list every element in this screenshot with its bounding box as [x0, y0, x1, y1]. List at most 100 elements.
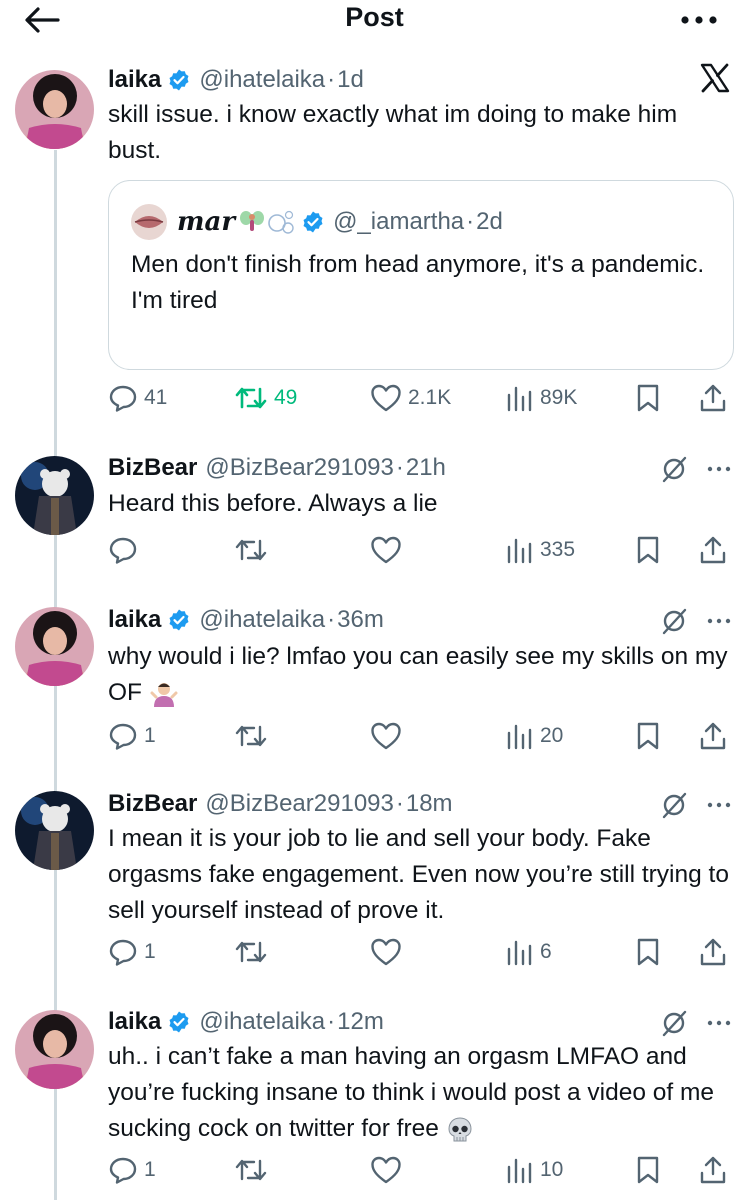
repost-button[interactable] — [234, 1150, 268, 1190]
repost-count: 49 — [274, 386, 298, 409]
share-icon — [700, 938, 726, 966]
share-button[interactable] — [698, 932, 728, 972]
handle[interactable]: @ihatelaika — [199, 1008, 325, 1036]
quoted-tweet[interactable]: mar @_iamartha · 2d Men don't finish fro… — [108, 180, 734, 370]
bookmark-icon — [637, 384, 659, 412]
views-icon — [507, 940, 532, 966]
timestamp[interactable]: 21h — [406, 454, 446, 482]
views-button[interactable]: 20 — [504, 716, 563, 756]
reply-button[interactable]: 1 — [108, 932, 156, 972]
timestamp[interactable]: 12m — [337, 1008, 384, 1036]
tweet-text: Heard this before. Always a lie — [108, 490, 438, 517]
repost-button[interactable] — [234, 932, 268, 972]
views-button[interactable]: 335 — [504, 530, 575, 570]
display-name[interactable]: BizBear — [108, 790, 197, 818]
reply-icon — [109, 723, 137, 750]
avatar-bizbear[interactable] — [15, 456, 94, 535]
more-options-button[interactable] — [677, 4, 721, 32]
repost-icon — [235, 725, 267, 747]
views-count: 89K — [540, 386, 578, 409]
quote-line: Men don't finish from head anymore, it's… — [131, 251, 705, 278]
bookmark-button[interactable] — [634, 716, 662, 756]
bookmark-button[interactable] — [634, 530, 662, 570]
timestamp[interactable]: 36m — [337, 606, 384, 634]
tweet-text: I mean it is your job to lie and sell yo… — [108, 825, 729, 924]
reply-button[interactable]: 1 — [108, 1150, 156, 1190]
quote-handle: @_iamartha — [333, 208, 465, 235]
bookmark-button[interactable] — [634, 932, 662, 972]
avatar-laika[interactable] — [15, 1010, 94, 1089]
views-button[interactable]: 6 — [504, 932, 552, 972]
grok-icon[interactable] — [660, 455, 688, 483]
views-button[interactable]: 89K — [504, 378, 577, 418]
avatar-image — [15, 607, 94, 686]
quote-header: mar @_iamartha · 2d — [177, 205, 503, 239]
separator-dot: · — [327, 66, 336, 93]
verified-badge-icon — [169, 69, 189, 91]
display-name[interactable]: laika — [108, 606, 161, 634]
handle[interactable]: @BizBear291093 — [205, 790, 393, 818]
handle[interactable]: @ihatelaika — [199, 66, 325, 94]
share-button[interactable] — [698, 716, 728, 756]
share-button[interactable] — [698, 1150, 728, 1190]
views-count: 10 — [540, 1158, 564, 1181]
separator-dot: · — [327, 606, 336, 633]
reply-button[interactable] — [108, 530, 138, 570]
action-bar: 1 6 — [108, 932, 738, 972]
reply-count: 1 — [144, 940, 156, 963]
bubbles-emoji-icon — [268, 210, 294, 234]
display-name[interactable]: laika — [108, 66, 161, 94]
repost-icon — [235, 539, 267, 561]
more-dots-icon[interactable] — [706, 616, 736, 626]
timestamp[interactable]: 1d — [337, 66, 364, 94]
reply-count: 1 — [144, 1158, 156, 1181]
quote-display-name: mar — [177, 207, 236, 237]
more-dots-icon[interactable] — [706, 464, 736, 474]
views-icon — [507, 1158, 532, 1184]
handle[interactable]: @ihatelaika — [199, 606, 325, 634]
grok-icon[interactable] — [660, 607, 688, 635]
avatar-image — [15, 791, 94, 870]
bookmark-button[interactable] — [634, 1150, 662, 1190]
reply-icon — [109, 939, 137, 966]
grok-icon[interactable] — [660, 1009, 688, 1037]
repost-button[interactable] — [234, 530, 268, 570]
avatar-laika[interactable] — [15, 70, 94, 149]
quote-timestamp: 2d — [476, 208, 503, 235]
reply-icon — [109, 1157, 137, 1184]
like-button[interactable] — [370, 530, 402, 570]
display-name[interactable]: BizBear — [108, 454, 197, 482]
separator-dot: · — [395, 790, 404, 817]
timestamp[interactable]: 18m — [406, 790, 453, 818]
views-button[interactable]: 10 — [504, 1150, 563, 1190]
bookmark-button[interactable] — [634, 378, 662, 418]
reply-icon — [109, 537, 137, 564]
share-icon — [700, 536, 726, 564]
like-button[interactable] — [370, 716, 402, 756]
avatar-bizbear[interactable] — [15, 791, 94, 870]
more-dots-icon[interactable] — [706, 800, 736, 810]
bookmark-icon — [637, 722, 659, 750]
share-button[interactable] — [698, 378, 728, 418]
handle[interactable]: @BizBear291093 — [205, 454, 393, 482]
avatar-laika[interactable] — [15, 607, 94, 686]
share-icon — [700, 722, 726, 750]
repost-icon — [235, 1159, 267, 1181]
display-name[interactable]: laika — [108, 1008, 161, 1036]
reply-button[interactable]: 41 — [108, 378, 167, 418]
verified-badge-icon — [303, 211, 323, 233]
repost-button[interactable]: 49 — [234, 378, 297, 418]
tweet-header: laika @ihatelaika · 12m — [108, 1005, 384, 1039]
grok-icon[interactable] — [660, 791, 688, 819]
more-dots-icon[interactable] — [706, 1018, 736, 1028]
share-button[interactable] — [698, 530, 728, 570]
action-bar: 1 10 — [108, 1150, 738, 1190]
action-bar: 335 — [108, 530, 738, 570]
quote-text: Men don't finish from head anymore, it's… — [131, 247, 713, 319]
like-button[interactable]: 2.1K — [370, 378, 451, 418]
avatar-image — [131, 204, 167, 240]
reply-button[interactable]: 1 — [108, 716, 156, 756]
repost-button[interactable] — [234, 716, 268, 756]
like-button[interactable] — [370, 932, 402, 972]
like-button[interactable] — [370, 1150, 402, 1190]
